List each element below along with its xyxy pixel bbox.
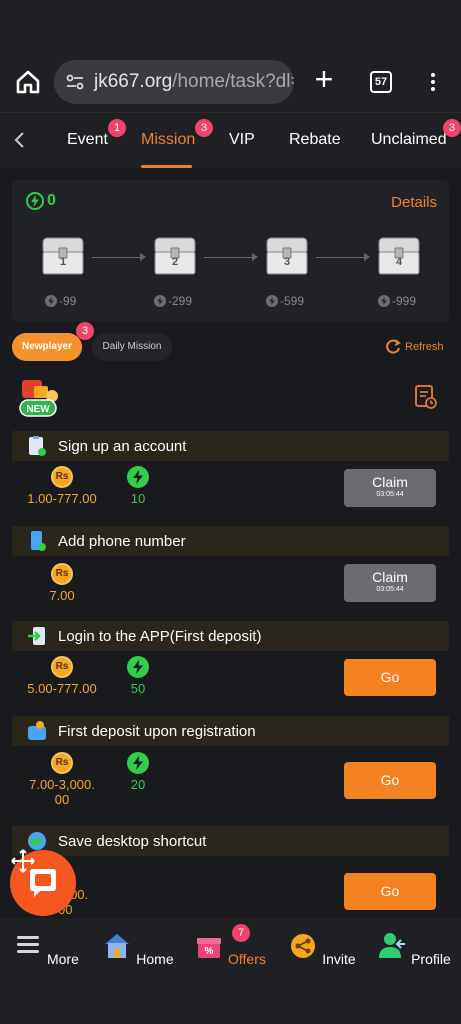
- bottom-nav: More Home % Offers 7 Invite Profile: [0, 918, 461, 988]
- login-app-icon: [28, 627, 45, 645]
- chest-requirement: -999: [378, 294, 416, 308]
- nav-home[interactable]: Home: [98, 930, 178, 967]
- tab-vip[interactable]: VIP: [229, 131, 255, 149]
- new-gift-logo-icon: NEW: [19, 380, 58, 417]
- back-chevron-icon[interactable]: [12, 130, 28, 150]
- new-tab-plus-icon[interactable]: +: [310, 63, 338, 95]
- tab-daily-mission[interactable]: Daily Mission: [92, 333, 172, 361]
- signup-clipboard-icon: [29, 436, 46, 456]
- mission-badge: 3: [195, 119, 213, 137]
- energy-reward: 20: [118, 752, 158, 792]
- details-link[interactable]: Details: [391, 194, 437, 211]
- bolt-icon: [266, 295, 278, 307]
- go-button[interactable]: Go: [344, 873, 436, 910]
- offers-badge: 7: [232, 924, 250, 942]
- treasure-chest-3[interactable]: 3: [264, 234, 310, 276]
- mission-tab-nav: Event 1 Mission 3 VIP Rebate Unclaimed 3: [0, 112, 461, 168]
- bolt-icon: [45, 295, 57, 307]
- go-button[interactable]: Go: [344, 762, 436, 799]
- phone-icon: [31, 531, 46, 551]
- progress-arrow: [92, 257, 140, 258]
- progress-arrow-head: [140, 253, 146, 261]
- chest-icon: [266, 237, 308, 275]
- energy-count: 0: [26, 192, 56, 210]
- event-badge: 1: [108, 119, 126, 137]
- progress-arrow: [316, 257, 364, 258]
- url-bar[interactable]: jk667.org/home/task?dl=: [54, 60, 294, 104]
- cash-reward: Rs 7.00: [22, 563, 102, 603]
- chest-requirement: -299: [154, 294, 192, 308]
- progress-arrow-head: [252, 253, 258, 261]
- rupee-coin-icon: Rs: [51, 752, 73, 774]
- chest-icon: [42, 237, 84, 275]
- site-settings-icon[interactable]: [64, 71, 86, 93]
- system-nav-bar: [0, 988, 461, 1024]
- tab-unclaimed[interactable]: Unclaimed: [371, 131, 447, 149]
- overflow-menu-icon[interactable]: [425, 70, 441, 96]
- cash-reward: Rs 5.00-777.00: [22, 656, 102, 696]
- home-icon[interactable]: [14, 68, 42, 96]
- wallet-deposit-icon: [28, 721, 46, 740]
- chest-requirement: -99: [45, 294, 76, 308]
- home-building-icon: [105, 934, 130, 958]
- browser-toolbar: jk667.org/home/task?dl= + 57: [0, 52, 461, 112]
- chest-requirement: -599: [266, 294, 304, 308]
- nav-profile[interactable]: Profile: [374, 930, 454, 967]
- newplayer-badge: 3: [76, 322, 94, 340]
- unclaimed-badge: 3: [443, 119, 461, 137]
- nav-more[interactable]: More: [6, 930, 86, 967]
- nav-invite[interactable]: Invite: [282, 930, 362, 967]
- bolt-icon: [378, 295, 390, 307]
- treasure-chest-1[interactable]: 1: [40, 234, 86, 276]
- chest-icon: [378, 237, 420, 275]
- claim-button[interactable]: Claim 03:05:44: [344, 564, 436, 602]
- task-header: First deposit upon registration: [12, 716, 449, 746]
- energy-progress-panel: 0 Details 1 2 3 4 -99 -299 -599 -999: [12, 180, 449, 322]
- cash-reward: Rs 1.00-777.00: [22, 466, 102, 506]
- bolt-icon: [154, 295, 166, 307]
- task-header: Login to the APP(First deposit): [12, 621, 449, 651]
- refresh-icon: [386, 339, 401, 354]
- bolt-icon: [127, 752, 149, 774]
- refresh-button[interactable]: Refresh: [384, 338, 444, 356]
- treasure-chest-2[interactable]: 2: [152, 234, 198, 276]
- go-button[interactable]: Go: [344, 659, 436, 696]
- cash-reward: Rs 7.00-3,000. 00: [20, 752, 104, 807]
- nav-offers[interactable]: % Offers: [190, 930, 270, 967]
- rupee-coin-icon: Rs: [51, 466, 73, 488]
- svg-text:%: %: [205, 946, 214, 957]
- chest-icon: [154, 237, 196, 275]
- svg-text:NEW: NEW: [26, 404, 50, 415]
- mission-record-icon[interactable]: [414, 384, 438, 410]
- bolt-icon: [127, 466, 149, 488]
- profile-person-icon: [379, 933, 406, 958]
- tab-mission[interactable]: Mission: [141, 131, 195, 149]
- gift-box-icon: %: [197, 938, 222, 958]
- bolt-icon: [127, 656, 149, 678]
- task-header: Add phone number: [12, 526, 449, 556]
- claim-button[interactable]: Claim 03:05:44: [344, 469, 436, 507]
- menu-icon: [17, 936, 40, 953]
- active-tab-underline: [141, 165, 192, 168]
- tab-rebate[interactable]: Rebate: [289, 131, 341, 149]
- tab-newplayer[interactable]: Newplayer: [12, 333, 82, 361]
- rupee-coin-icon: Rs: [51, 656, 73, 678]
- status-bar: [0, 0, 461, 52]
- task-header: Sign up an account: [12, 431, 449, 461]
- progress-arrow-head: [364, 253, 370, 261]
- treasure-chest-4[interactable]: 4: [376, 234, 422, 276]
- url-text: jk667.org/home/task?dl=: [94, 71, 294, 92]
- task-header: Save desktop shortcut: [12, 826, 449, 856]
- tab-event[interactable]: Event: [67, 131, 108, 149]
- drag-move-icon[interactable]: [10, 848, 36, 874]
- energy-reward: 50: [118, 656, 158, 696]
- rupee-coin-icon: Rs: [51, 563, 73, 585]
- tab-count-button[interactable]: 57: [370, 71, 392, 93]
- progress-arrow: [204, 257, 252, 258]
- invite-share-icon: [291, 934, 316, 958]
- energy-reward: 10: [118, 466, 158, 506]
- energy-bolt-icon: [26, 192, 44, 210]
